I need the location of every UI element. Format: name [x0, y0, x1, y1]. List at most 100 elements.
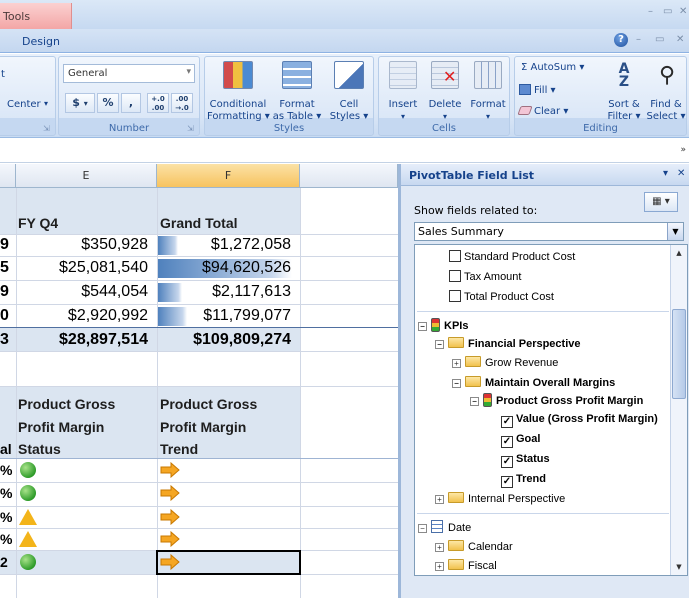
field-checkbox-checked[interactable]: ✓	[501, 436, 513, 448]
scroll-up-icon[interactable]: ▲	[672, 246, 686, 260]
node-date[interactable]: − Date	[418, 520, 471, 536]
ribbon-restore-button[interactable]: ▭	[655, 34, 664, 45]
title-bar: Tools – ▭ ✕	[0, 0, 689, 29]
collapse-icon[interactable]: −	[452, 379, 461, 388]
editing-group: Σ AutoSum ▾ Fill ▾ Clear ▾ AZ Sort & Fil…	[514, 56, 687, 136]
folder-open-icon	[465, 376, 481, 387]
cell-styles-button[interactable]: Cell Styles ▾	[325, 59, 373, 123]
ribbon: t Center ▾ ⇲ General ▾ $ ▾ % , +.0 .00 .…	[0, 54, 689, 138]
number-format-dropdown[interactable]: General ▾	[63, 64, 195, 83]
pivottable-field-list-pane: PivotTable Field List ▾ ✕ Show fields re…	[398, 164, 689, 598]
field-value-gross-profit-margin[interactable]: ✓ Value (Gross Profit Margin)	[501, 411, 658, 428]
format-as-table-icon	[282, 61, 312, 89]
decrease-decimal-button[interactable]: .00 →.0	[171, 93, 193, 113]
pivottable-tools-context-tab[interactable]: Tools	[0, 3, 72, 29]
insert-button[interactable]: Insert ▾	[383, 59, 423, 123]
format-as-table-label-2: as Table ▾	[272, 111, 322, 122]
related-fields-select[interactable]: Sales Summary ▼	[414, 222, 684, 241]
column-header-e[interactable]: E	[16, 164, 157, 188]
expand-icon[interactable]: +	[435, 562, 444, 571]
field-checkbox-checked[interactable]: ✓	[501, 456, 513, 468]
kpi-traffic-light-icon	[431, 318, 440, 332]
delete-button[interactable]: ✕ Delete ▾	[425, 59, 465, 123]
field-tree: Standard Product Cost Tax Amount Total P…	[414, 244, 688, 576]
find-select-button[interactable]: ⚲ Find & Select ▾	[645, 59, 687, 123]
accounting-format-button[interactable]: $ ▾	[65, 93, 95, 113]
tab-design[interactable]: Design	[0, 29, 64, 53]
active-cell-selection[interactable]	[156, 550, 301, 575]
comma-style-button[interactable]: ,	[121, 93, 141, 113]
fill-button[interactable]: Fill ▾	[519, 84, 556, 96]
node-calendar[interactable]: + Calendar	[435, 539, 513, 555]
format-button[interactable]: Format ▾	[467, 59, 509, 123]
node-fiscal[interactable]: + Fiscal	[435, 558, 497, 574]
field-checkbox[interactable]	[449, 270, 461, 282]
field-checkbox[interactable]	[449, 250, 461, 262]
grid-line	[0, 386, 398, 387]
node-kpis[interactable]: − KPIs	[418, 318, 468, 334]
collapse-icon[interactable]: −	[435, 340, 444, 349]
grid-line	[0, 528, 398, 529]
expand-icon[interactable]: +	[435, 543, 444, 552]
node-internal-perspective[interactable]: + Internal Perspective	[435, 491, 565, 507]
field-standard-product-cost[interactable]: Standard Product Cost	[449, 249, 575, 265]
field-checkbox-checked[interactable]: ✓	[501, 416, 513, 428]
increase-decimal-button[interactable]: +.0 .00	[147, 93, 169, 113]
field-tree-scrollbar[interactable]: ▲ ▼	[670, 245, 687, 575]
grid-line	[0, 506, 398, 507]
kpi-row-fragment: 2	[0, 554, 8, 570]
collapse-icon[interactable]: −	[418, 524, 427, 533]
field-list-layout-button[interactable]: ▦ ▾	[644, 192, 678, 212]
field-total-product-cost[interactable]: Total Product Cost	[449, 289, 554, 305]
trend-right-arrow-icon	[160, 509, 180, 525]
minimize-button[interactable]: –	[648, 6, 653, 17]
formula-bar[interactable]: »	[0, 139, 689, 163]
collapse-icon[interactable]: −	[470, 397, 479, 406]
format-as-table-button[interactable]: Format as Table ▾	[271, 59, 323, 123]
pane-close-icon[interactable]: ✕	[677, 168, 685, 179]
column-header-g[interactable]	[300, 164, 398, 188]
scroll-down-icon[interactable]: ▼	[672, 560, 686, 574]
total-fragment: 3	[0, 331, 9, 348]
field-trend[interactable]: ✓ Trend	[501, 471, 546, 488]
column-header-d[interactable]	[0, 164, 16, 188]
node-financial-perspective[interactable]: − Financial Perspective	[435, 336, 581, 352]
ribbon-close-button[interactable]: ✕	[676, 34, 684, 45]
field-goal[interactable]: ✓ Goal	[501, 431, 540, 448]
restore-button[interactable]: ▭	[663, 6, 672, 17]
node-label: Maintain Overall Margins	[485, 377, 616, 389]
collapse-icon[interactable]: −	[418, 322, 427, 331]
field-status[interactable]: ✓ Status	[501, 451, 550, 468]
chevron-down-icon: ▼	[667, 223, 683, 240]
number-dialog-launcher-icon[interactable]: ⇲	[187, 124, 194, 133]
clear-button[interactable]: Clear ▾	[517, 106, 568, 117]
close-button[interactable]: ✕	[679, 6, 687, 17]
alignment-dialog-launcher-icon[interactable]: ⇲	[43, 124, 50, 133]
node-grow-revenue[interactable]: + Grow Revenue	[452, 355, 558, 371]
value-grand-total: $2,117,613	[212, 283, 291, 300]
expand-icon[interactable]: +	[452, 359, 461, 368]
help-icon[interactable]: ?	[614, 33, 628, 47]
kpi-traffic-light-icon	[483, 393, 492, 407]
value-fy-q4: $2,920,992	[67, 307, 148, 324]
sort-filter-button[interactable]: AZ Sort & Filter ▾	[603, 59, 645, 123]
node-maintain-overall-margins[interactable]: − Maintain Overall Margins	[452, 375, 615, 391]
worksheet-grid[interactable]: E F FY Q4 Grand Total 9 $350,928 $1,272,05…	[0, 164, 398, 598]
percent-style-button[interactable]: %	[97, 93, 119, 113]
expand-icon[interactable]: +	[435, 495, 444, 504]
field-tax-amount[interactable]: Tax Amount	[449, 269, 521, 285]
expand-formula-bar-icon[interactable]: »	[680, 145, 686, 155]
pane-options-icon[interactable]: ▾	[663, 168, 668, 179]
alignment-fragment: t	[1, 69, 5, 80]
node-product-gross-profit-margin[interactable]: − Product Gross Profit Margin	[470, 393, 643, 409]
ribbon-minimize-button[interactable]: –	[636, 34, 641, 45]
autosum-button[interactable]: Σ AutoSum ▾	[521, 62, 584, 73]
node-label: Calendar	[468, 541, 513, 553]
conditional-formatting-button[interactable]: Conditional Formatting ▾	[207, 59, 270, 123]
scroll-thumb[interactable]	[672, 309, 686, 399]
field-checkbox[interactable]	[449, 290, 461, 302]
merge-center-button[interactable]: Center	[7, 99, 41, 110]
sort-filter-label-1: Sort &	[608, 99, 640, 110]
field-checkbox-checked[interactable]: ✓	[501, 476, 513, 488]
column-header-f[interactable]: F	[157, 164, 300, 188]
